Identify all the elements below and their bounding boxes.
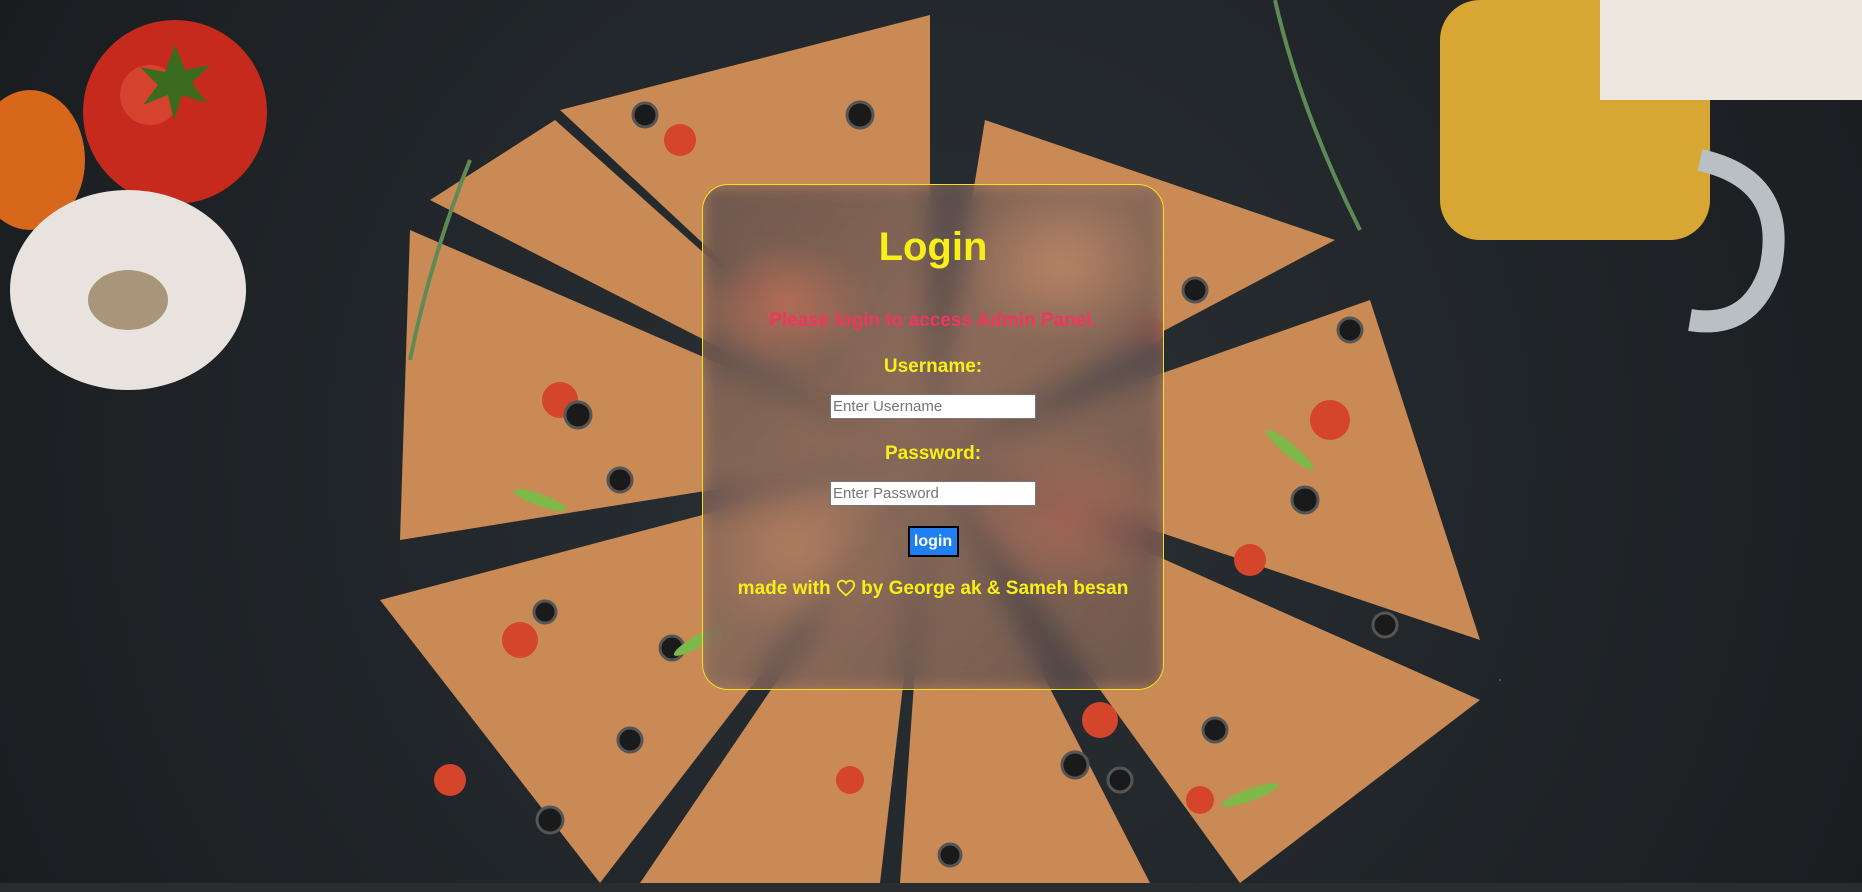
tomato-image bbox=[83, 20, 267, 204]
login-card: Login Please login to access Admin Panel… bbox=[702, 184, 1164, 690]
garlic-image bbox=[10, 190, 246, 390]
password-input[interactable] bbox=[830, 481, 1036, 506]
login-form: Login Please login to access Admin Panel… bbox=[703, 185, 1163, 603]
beer-mug-image bbox=[1440, 0, 1862, 333]
login-button[interactable]: login bbox=[907, 526, 959, 557]
footer-credit: made with by George ak & Sameh besan bbox=[733, 577, 1133, 603]
password-label: Password: bbox=[884, 443, 982, 464]
footer-suffix: by George ak & Sameh besan bbox=[861, 578, 1129, 599]
login-subtitle: Please login to access Admin Panel. bbox=[769, 310, 1097, 331]
login-title: Login bbox=[878, 225, 988, 269]
username-label: Username: bbox=[883, 356, 983, 377]
footer-prefix: made with bbox=[737, 578, 831, 599]
username-input[interactable] bbox=[830, 394, 1036, 419]
bottom-strip bbox=[0, 883, 1862, 892]
heart-icon bbox=[836, 579, 856, 603]
